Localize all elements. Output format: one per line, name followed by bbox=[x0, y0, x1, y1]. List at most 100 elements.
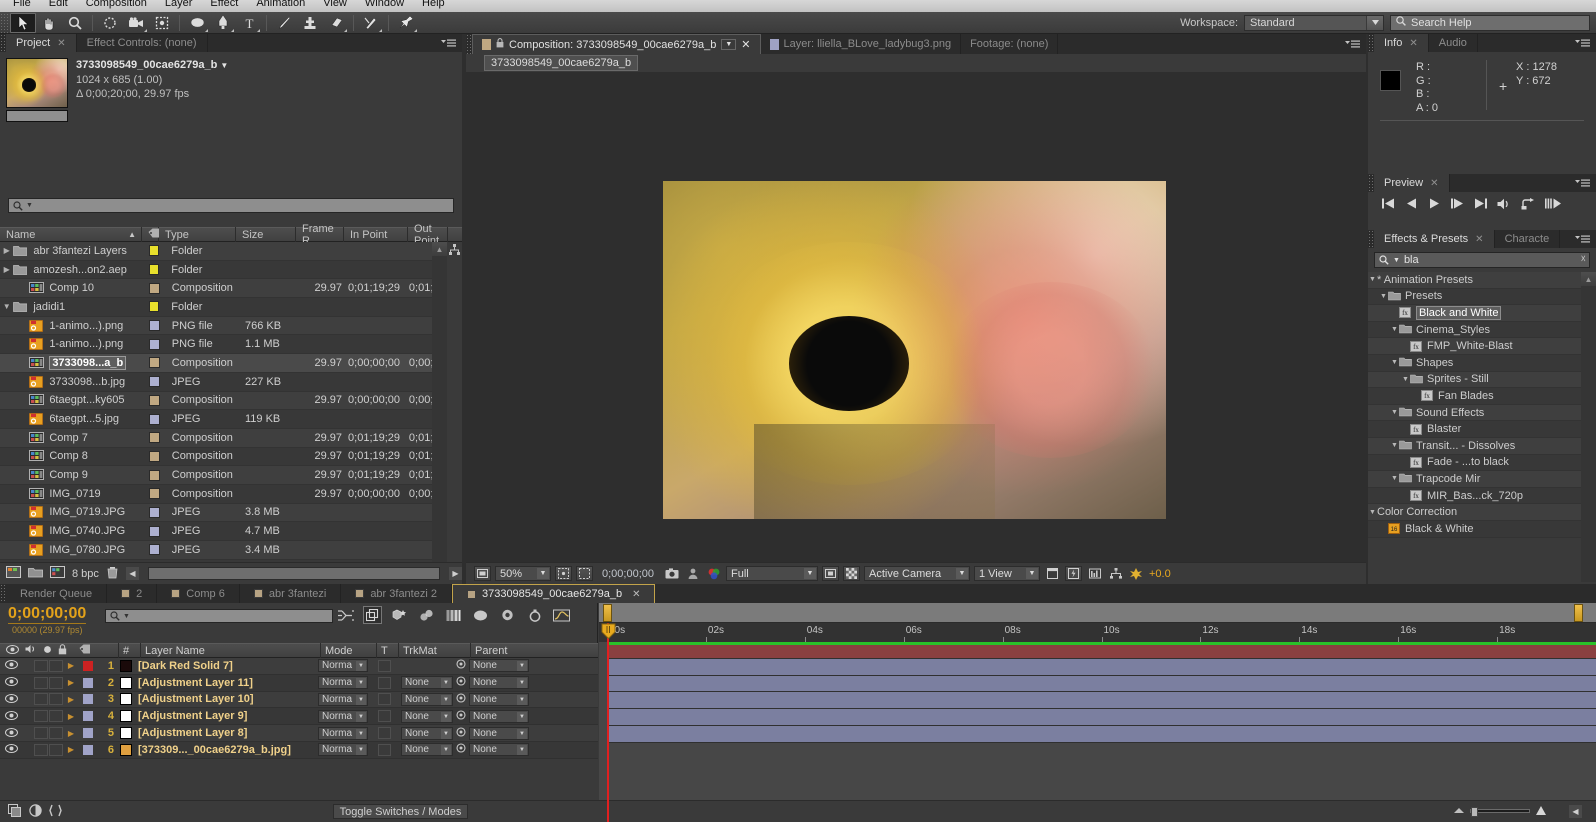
audio-icon[interactable] bbox=[1497, 198, 1511, 213]
menu-item-layer[interactable]: Layer bbox=[156, 0, 202, 9]
camera-select[interactable]: Active Camera ▼ bbox=[864, 566, 970, 581]
exposure-value[interactable]: +0.0 bbox=[1149, 568, 1171, 580]
timeline-search-input[interactable]: ▼ bbox=[105, 609, 333, 623]
layer-label-color[interactable] bbox=[83, 744, 93, 755]
label-color-swatch[interactable] bbox=[149, 282, 160, 294]
bit-depth-label[interactable]: 8 bpc bbox=[72, 568, 99, 580]
prev-frame-icon[interactable] bbox=[1405, 198, 1418, 212]
effects-vertical-scrollbar[interactable]: ▲ bbox=[1581, 272, 1596, 582]
label-color-swatch[interactable] bbox=[149, 338, 160, 350]
timeline-column-header[interactable]: Mode bbox=[320, 643, 376, 658]
timeline-layer-row[interactable]: ▶ 1 [Dark Red Solid 7] Norma ▼ None ▼ bbox=[0, 658, 598, 675]
loop-icon[interactable] bbox=[1521, 197, 1535, 213]
layer-preserve-transparency-toggle[interactable] bbox=[378, 710, 391, 723]
layer-solo-toggle[interactable] bbox=[34, 743, 48, 756]
layer-visibility-toggle[interactable] bbox=[0, 660, 22, 671]
effects-tree-item[interactable]: ▼ Presets bbox=[1368, 288, 1581, 306]
effects-search-input[interactable]: ▼ bla ☓ bbox=[1374, 252, 1590, 268]
parent-pickwhip-icon[interactable] bbox=[453, 659, 469, 672]
menu-item-view[interactable]: View bbox=[314, 0, 356, 9]
ram-preview-icon[interactable] bbox=[1545, 198, 1561, 212]
layer-solo-toggle[interactable] bbox=[34, 710, 48, 723]
layer-parent-select[interactable]: None ▼ bbox=[469, 709, 529, 723]
layer-twirl-icon[interactable]: ▶ bbox=[64, 695, 78, 704]
label-color-swatch[interactable] bbox=[149, 432, 160, 444]
viewer-timecode[interactable]: 0;00;00;00 bbox=[597, 566, 659, 581]
timeline-column-header[interactable]: Parent bbox=[470, 643, 540, 658]
resolution-select[interactable]: Full ▼ bbox=[726, 566, 818, 581]
project-list-item[interactable]: 1-animo...).png PNG file 766 KB bbox=[0, 316, 447, 336]
timeline-layer-row[interactable]: ▶ 6 [373309..._00cae6279a_b.jpg] Norma ▼ None… bbox=[0, 741, 598, 759]
effects-tree-item[interactable]: ▼ Transit... - Dissolves bbox=[1368, 437, 1581, 455]
clone-stamp-tool[interactable] bbox=[297, 13, 323, 33]
layer-mode-select[interactable]: Norma ▼ bbox=[318, 709, 368, 723]
parent-pickwhip-icon[interactable] bbox=[453, 676, 469, 689]
timeline-column-header[interactable]: Layer Name bbox=[140, 643, 320, 658]
timeline-layer-bar[interactable] bbox=[607, 658, 1596, 676]
effects-tree-item[interactable]: fx FMP_White-Blast bbox=[1368, 338, 1581, 355]
layer-preserve-transparency-toggle[interactable] bbox=[378, 659, 391, 672]
layer-name[interactable]: [Adjustment Layer 11] bbox=[138, 677, 318, 689]
project-list-item[interactable]: 6taegpt...5.jpg JPEG 119 KB bbox=[0, 410, 447, 429]
current-time-indicator-head[interactable] bbox=[601, 623, 616, 640]
tab-layer[interactable]: Layer: lliella_BLove_ladybug3.png bbox=[761, 34, 962, 54]
panel-menu-icon[interactable] bbox=[435, 34, 462, 52]
last-frame-icon[interactable] bbox=[1474, 198, 1487, 212]
label-color-swatch[interactable] bbox=[149, 544, 160, 556]
layer-mode-select[interactable]: Norma ▼ bbox=[318, 676, 368, 690]
chevron-down-icon[interactable]: ▼ bbox=[123, 613, 130, 620]
timeline-column-header[interactable]: TrkMat bbox=[398, 643, 470, 658]
tab-effect-controls[interactable]: Effect Controls: (none) bbox=[76, 34, 208, 52]
close-icon[interactable]: ✕ bbox=[1409, 38, 1417, 49]
timeline-tab[interactable]: Comp 6 bbox=[157, 584, 240, 603]
label-color-swatch[interactable] bbox=[149, 506, 160, 518]
workspace-select[interactable]: Standard bbox=[1244, 14, 1384, 31]
layer-lock-toggle[interactable] bbox=[49, 743, 63, 756]
menu-item-edit[interactable]: Edit bbox=[40, 0, 77, 9]
project-list-item[interactable]: IMG_0719 Composition 29.97 0;00;00;00 0;00; bbox=[0, 484, 447, 504]
close-icon[interactable]: ✕ bbox=[741, 38, 750, 51]
project-list-item[interactable]: 3733098...b.jpg JPEG 227 KB bbox=[0, 372, 447, 392]
tab-info[interactable]: Info ✕ bbox=[1374, 34, 1429, 52]
exposure-reset-icon[interactable] bbox=[1128, 566, 1145, 581]
layer-visibility-toggle[interactable] bbox=[0, 693, 22, 705]
twirl-closed-icon[interactable]: ▶ bbox=[0, 246, 13, 255]
effects-tree-item[interactable]: fx Black and White bbox=[1368, 305, 1581, 322]
layer-twirl-icon[interactable]: ▶ bbox=[64, 712, 78, 721]
parent-pickwhip-icon[interactable] bbox=[453, 693, 469, 706]
timeline-layer-row[interactable]: ▶ 2 [Adjustment Layer 11] Norma ▼ None ▼ None ▼ bbox=[0, 674, 598, 692]
effects-tree-item[interactable]: fx MIR_Bas...ck_720p bbox=[1368, 487, 1581, 505]
tab-audio[interactable]: Audio bbox=[1428, 34, 1478, 52]
timeline-tab[interactable]: Render Queue bbox=[6, 584, 108, 603]
new-comp-icon[interactable] bbox=[6, 566, 21, 581]
timeline-layer-bars[interactable] bbox=[599, 642, 1596, 822]
layer-visibility-toggle[interactable] bbox=[0, 727, 22, 739]
toggle-switches-modes-button[interactable]: Toggle Switches / Modes bbox=[333, 804, 468, 819]
layer-preserve-transparency-toggle[interactable] bbox=[378, 727, 391, 740]
timeline-layer-rows[interactable]: ▶ 1 [Dark Red Solid 7] Norma ▼ None ▼ ▶ 2 [Adjust… bbox=[0, 658, 598, 759]
timeline-layer-bar[interactable] bbox=[607, 725, 1596, 743]
layer-visibility-toggle[interactable] bbox=[0, 677, 22, 688]
close-icon[interactable]: ✕ bbox=[57, 38, 65, 49]
chevron-down-icon[interactable]: ▼ bbox=[220, 61, 228, 70]
shape-tool[interactable] bbox=[184, 13, 210, 33]
layer-lock-toggle[interactable] bbox=[49, 676, 63, 689]
effects-tree-item[interactable]: ▼ Cinema_Styles bbox=[1368, 321, 1581, 339]
layer-trkmat-select[interactable]: None ▼ bbox=[401, 743, 453, 757]
menu-item-window[interactable]: Window bbox=[356, 0, 413, 9]
twirl-open-icon[interactable]: ▼ bbox=[1390, 409, 1399, 416]
timeline-tab[interactable]: 2 bbox=[107, 584, 158, 603]
layer-solo-toggle[interactable] bbox=[34, 727, 48, 740]
layer-lock-toggle[interactable] bbox=[49, 727, 63, 740]
close-icon[interactable]: ✕ bbox=[1475, 234, 1483, 245]
menu-item-animation[interactable]: Animation bbox=[247, 0, 314, 9]
effects-tree-item[interactable]: ▼ Trapcode Mir bbox=[1368, 471, 1581, 488]
effects-tree-item[interactable]: ▼ Color Correction bbox=[1368, 504, 1581, 521]
project-list-item[interactable]: ▼ jadidi1 Folder bbox=[0, 298, 447, 317]
always-preview-icon[interactable] bbox=[474, 566, 491, 581]
timeline-tab[interactable]: abr 3fantezi bbox=[240, 584, 342, 603]
layer-preserve-transparency-toggle[interactable] bbox=[378, 693, 391, 706]
rotation-tool[interactable] bbox=[97, 13, 123, 33]
effects-tree-item[interactable]: fx Fan Blades bbox=[1368, 388, 1581, 405]
sort-ascending-icon[interactable]: ▲ bbox=[128, 230, 136, 239]
